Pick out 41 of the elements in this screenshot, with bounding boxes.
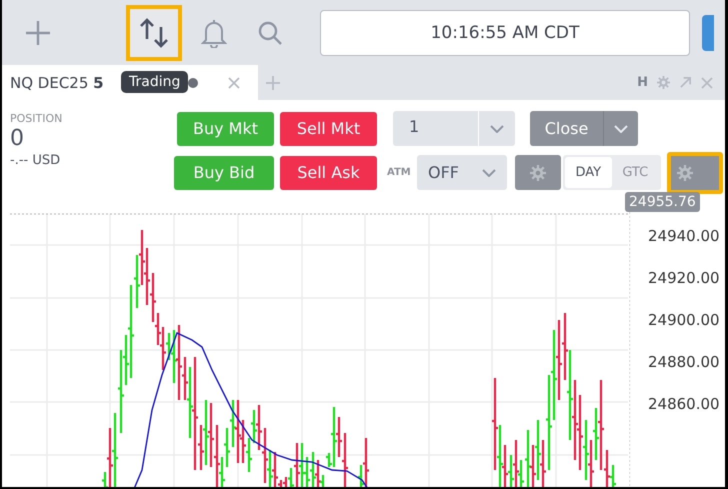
- trading-button[interactable]: [126, 4, 182, 60]
- close-position-button[interactable]: Close: [530, 111, 638, 146]
- price-axis-label: 24880.00: [648, 353, 720, 371]
- settings-button[interactable]: [514, 155, 561, 190]
- clock-field: 10:16:55 AM CDT: [320, 10, 690, 56]
- plus-icon: [25, 20, 51, 46]
- duration-option[interactable]: DAY: [564, 157, 612, 188]
- price-axis-label: 24920.00: [648, 269, 720, 287]
- duration-option[interactable]: GTC: [612, 157, 659, 188]
- side-button[interactable]: [702, 14, 714, 50]
- pop-out-icon[interactable]: [679, 76, 692, 89]
- price-axis-label: 24900.00: [648, 311, 720, 329]
- chevron-down-icon: [482, 168, 496, 176]
- settings-icon: [530, 164, 546, 180]
- atm-label: ATM: [387, 167, 411, 178]
- chevron-down-icon: [614, 124, 628, 132]
- price-axis-label: 24860.00: [648, 395, 720, 413]
- up-down-arrows-icon: [139, 16, 169, 48]
- position-quantity: 0: [10, 125, 25, 153]
- quantity-dropdown[interactable]: 1: [393, 111, 515, 146]
- close-icon[interactable]: [701, 76, 713, 88]
- settings-icon: [676, 164, 693, 180]
- atm-dropdown[interactable]: OFF: [416, 155, 507, 190]
- settings-icon[interactable]: [657, 76, 670, 89]
- buy-button[interactable]: Buy Bid: [174, 156, 274, 190]
- status-dot-icon: [188, 78, 198, 88]
- sell-button[interactable]: Sell Ask: [280, 156, 377, 190]
- position-pnl: -.-- USD: [10, 153, 62, 168]
- tooltip: Trading: [121, 71, 188, 93]
- hide-button[interactable]: H: [637, 75, 648, 90]
- sell-button[interactable]: Sell Mkt: [280, 112, 377, 146]
- new-tab-icon[interactable]: [266, 76, 280, 90]
- last-price-label: 24955.76: [625, 192, 700, 212]
- chevron-down-icon: [490, 124, 504, 132]
- bell-icon: [201, 18, 227, 48]
- buy-button[interactable]: Buy Mkt: [177, 112, 274, 146]
- close-icon[interactable]: [228, 76, 240, 88]
- position-label: POSITION: [10, 112, 64, 125]
- search-icon: [257, 20, 283, 46]
- price-axis-label: 24940.00: [648, 227, 720, 245]
- settings-button[interactable]: [666, 152, 723, 194]
